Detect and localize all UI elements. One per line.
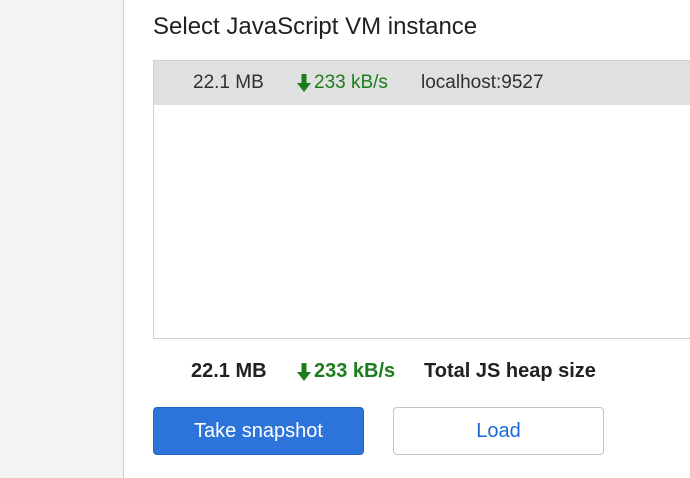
total-heap-size: 22.1 MB [191,360,267,382]
vm-instance-list[interactable]: 22.1 MB 233 kB/s localhost:9527 [153,60,690,339]
take-snapshot-button[interactable]: Take snapshot [153,407,364,455]
vm-allocation-rate-value: 233 kB/s [314,72,388,93]
vm-host: localhost:9527 [421,72,544,93]
total-allocation-rate-value: 233 kB/s [314,360,396,382]
total-allocation-rate: 233 kB/s [296,360,395,383]
page-title: Select JavaScript VM instance [153,13,478,40]
vm-instance-item[interactable]: 22.1 MB 233 kB/s localhost:9527 [154,61,690,105]
arrow-down-icon [297,74,311,92]
total-heap-label: Total JS heap size [424,360,596,382]
heap-summary: 22.1 MB 233 kB/s Total JS heap size [124,358,690,388]
app-window: Select JavaScript VM instance 22.1 MB 23… [0,0,690,478]
arrow-down-icon [297,362,311,381]
main-panel: Select JavaScript VM instance 22.1 MB 23… [124,0,690,478]
vm-allocation-rate: 233 kB/s [296,72,388,94]
left-sidebar [0,0,124,478]
vm-heap-size: 22.1 MB [193,72,264,93]
load-button[interactable]: Load [393,407,604,455]
